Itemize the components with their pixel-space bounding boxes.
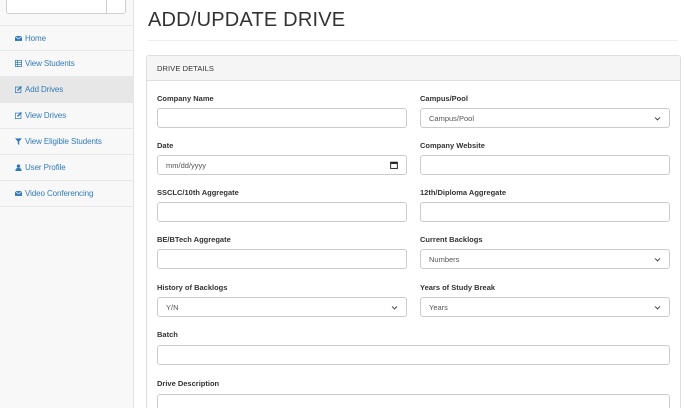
sidebar-nav: Home View Students Add Drives View Drive…	[0, 25, 134, 207]
title-divider	[148, 40, 678, 41]
envelope-icon	[14, 190, 22, 198]
history-backlogs-label: History of Backlogs	[157, 283, 228, 292]
calendar-icon[interactable]	[390, 161, 398, 169]
page-title: ADD/UPDATE DRIVE	[148, 9, 346, 31]
sidebar-item-view-eligible-students[interactable]: View Eligible Students	[0, 129, 134, 155]
envelope-icon	[14, 34, 22, 42]
edit-icon	[14, 112, 22, 120]
current-backlogs-select[interactable]: Numbers	[420, 249, 670, 269]
date-placeholder: mm/dd/yyyy	[166, 160, 207, 170]
twelfth-aggregate-input[interactable]	[420, 202, 670, 222]
twelfth-aggregate-label: 12th/Diploma Aggregate	[420, 188, 506, 197]
drive-description-textarea[interactable]	[157, 394, 670, 408]
sidebar-search-box[interactable]	[6, 0, 126, 14]
sidebar-item-view-drives[interactable]: View Drives	[0, 103, 134, 129]
current-backlogs-label: Current Backlogs	[420, 235, 483, 244]
chevron-down-icon	[654, 116, 661, 121]
chevron-down-icon	[391, 305, 398, 310]
company-name-input[interactable]	[157, 108, 407, 128]
study-break-select[interactable]: Years	[420, 297, 670, 317]
batch-input[interactable]	[157, 345, 670, 365]
drive-details-panel: DRIVE DETAILS Company Name Campus/Pool C…	[146, 55, 681, 408]
history-backlogs-selected-value: Y/N	[166, 302, 179, 312]
sidebar-item-label: View Students	[25, 59, 75, 68]
date-label: Date	[157, 141, 174, 150]
sidebar: Home View Students Add Drives View Drive…	[0, 0, 134, 408]
list-icon	[14, 60, 22, 68]
campus-pool-label: Campus/Pool	[420, 94, 468, 103]
drive-description-label: Drive Description	[157, 379, 220, 388]
chevron-down-icon	[654, 305, 661, 310]
panel-heading: DRIVE DETAILS	[147, 56, 680, 81]
batch-label: Batch	[157, 330, 178, 339]
filter-icon	[14, 138, 22, 146]
current-backlogs-selected-value: Numbers	[429, 254, 460, 264]
be-aggregate-label: BE/BTech Aggregate	[157, 235, 231, 244]
sidebar-item-label: Home	[25, 33, 46, 43]
history-backlogs-select[interactable]: Y/N	[157, 297, 407, 317]
sidebar-item-label: View Eligible Students	[25, 137, 102, 146]
sidebar-item-label: View Drives	[25, 111, 66, 120]
sidebar-item-label: Video Conferencing	[25, 189, 94, 198]
sidebar-item-video-conferencing[interactable]: Video Conferencing	[0, 181, 134, 207]
date-input[interactable]: mm/dd/yyyy	[157, 155, 407, 175]
sidebar-item-home[interactable]: Home	[0, 25, 134, 51]
company-website-input[interactable]	[420, 155, 670, 175]
search-box-divider	[106, 0, 107, 13]
user-icon	[14, 164, 22, 172]
campus-pool-selected-value: Campus/Pool	[429, 113, 475, 123]
study-break-selected-value: Years	[429, 302, 448, 312]
chevron-down-icon	[654, 257, 661, 262]
company-name-label: Company Name	[157, 94, 214, 103]
be-aggregate-input[interactable]	[157, 249, 407, 269]
sidebar-item-add-drives[interactable]: Add Drives	[0, 77, 134, 103]
study-break-label: Years of Study Break	[420, 283, 496, 292]
sidebar-item-view-students[interactable]: View Students	[0, 51, 134, 77]
ssc-aggregate-input[interactable]	[157, 202, 407, 222]
sidebar-item-label: User Profile	[25, 163, 66, 172]
company-website-label: Company Website	[420, 141, 485, 150]
edit-icon	[14, 86, 22, 94]
ssc-aggregate-label: SSCLC/10th Aggregate	[157, 188, 239, 197]
campus-pool-select[interactable]: Campus/Pool	[420, 108, 670, 128]
sidebar-item-user-profile[interactable]: User Profile	[0, 155, 134, 181]
sidebar-item-label: Add Drives	[25, 85, 64, 94]
